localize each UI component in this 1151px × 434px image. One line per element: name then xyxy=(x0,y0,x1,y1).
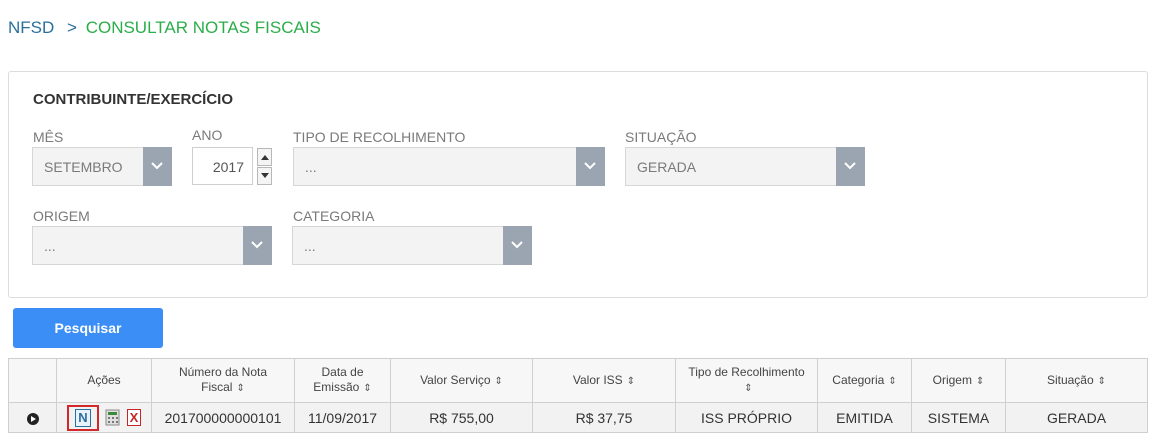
breadcrumb: NFSD > CONSULTAR NOTAS FISCAIS xyxy=(8,18,321,38)
tipo-recolhimento-label: TIPO DE RECOLHIMENTO xyxy=(293,129,466,145)
caret-down-icon xyxy=(261,173,269,178)
actions-cell: N X xyxy=(56,402,152,433)
valor-iss-header-label: Valor ISS xyxy=(572,372,623,387)
sort-icon[interactable]: ⇕ xyxy=(495,376,503,387)
row-toggle-cell[interactable] xyxy=(8,402,57,433)
results-table: Ações Número da Nota Fiscal ⇕ Data de Emi… xyxy=(8,358,1148,433)
acoes-header-label: Ações xyxy=(87,373,121,387)
numero-header-line1: Número da Nota xyxy=(178,365,268,379)
table-row: N X 201700000000101 11/09/2017 R$ 755,00… xyxy=(8,402,1148,433)
data-cell: 11/09/2017 xyxy=(294,402,391,433)
nfs-document-icon[interactable]: N xyxy=(67,404,99,431)
chevron-down-icon[interactable] xyxy=(143,147,172,186)
tipo-cell: ISS PRÓPRIO xyxy=(675,402,818,433)
chevron-down-icon[interactable] xyxy=(243,226,272,265)
column-header-valor-iss[interactable]: Valor ISS ⇕ xyxy=(532,358,676,403)
origem-select[interactable]: ... xyxy=(32,226,272,265)
ano-value: 2017 xyxy=(212,159,244,175)
column-header-numero[interactable]: Número da Nota Fiscal ⇕ xyxy=(151,358,295,403)
ano-decrement-button[interactable] xyxy=(257,167,272,185)
sort-icon[interactable]: ⇕ xyxy=(1098,376,1106,387)
column-header-toggle xyxy=(8,358,57,403)
column-header-valor-servico[interactable]: Valor Serviço ⇕ xyxy=(390,358,533,403)
column-header-situacao[interactable]: Situação ⇕ xyxy=(1005,358,1148,403)
mes-value: SETEMBRO xyxy=(44,159,123,175)
tipo-recolhimento-select[interactable]: ... xyxy=(293,147,605,186)
numero-cell: 201700000000101 xyxy=(151,402,295,433)
valor-servico-cell: R$ 755,00 xyxy=(390,402,533,433)
column-header-data[interactable]: Data de Emissão ⇕ xyxy=(294,358,391,403)
sort-icon[interactable]: ⇕ xyxy=(627,376,635,387)
ano-increment-button[interactable] xyxy=(257,148,272,166)
column-header-acoes: Ações xyxy=(56,358,152,403)
sort-icon[interactable]: ⇕ xyxy=(888,376,896,387)
ano-input[interactable]: 2017 xyxy=(192,147,253,185)
data-header-line1: Data de xyxy=(321,365,364,379)
sort-icon[interactable]: ⇕ xyxy=(236,383,244,394)
sort-icon[interactable]: ⇕ xyxy=(363,383,371,394)
categoria-cell: EMITIDA xyxy=(817,402,912,433)
categoria-select[interactable]: ... xyxy=(292,226,532,265)
situacao-select[interactable]: GERADA xyxy=(625,147,865,186)
column-header-origem[interactable]: Origem ⇕ xyxy=(911,358,1006,403)
origem-label: ORIGEM xyxy=(33,208,90,224)
page-title: CONSULTAR NOTAS FISCAIS xyxy=(85,18,321,37)
panel-title: CONTRIBUINTE/EXERCÍCIO xyxy=(33,91,234,108)
calculator-icon[interactable] xyxy=(105,409,121,426)
mes-select[interactable]: SETEMBRO xyxy=(32,147,172,186)
tipo-recolhimento-value: ... xyxy=(305,159,317,175)
origem-header-label: Origem xyxy=(932,372,972,387)
valor-iss-cell: R$ 37,75 xyxy=(532,402,676,433)
situacao-header-label: Situação xyxy=(1046,372,1094,387)
breadcrumb-root[interactable]: NFSD xyxy=(8,18,54,37)
sort-icon[interactable]: ⇕ xyxy=(744,383,752,394)
data-header-line2: Emissão xyxy=(313,380,360,394)
sort-icon[interactable]: ⇕ xyxy=(976,376,984,387)
chevron-down-icon[interactable] xyxy=(503,226,532,265)
play-circle-icon[interactable] xyxy=(26,412,39,425)
mes-label: MÊS xyxy=(33,129,64,145)
origem-cell: SISTEMA xyxy=(911,402,1006,433)
origem-value: ... xyxy=(44,238,56,254)
caret-up-icon xyxy=(261,155,269,160)
chevron-down-icon[interactable] xyxy=(836,147,865,186)
situacao-cell: GERADA xyxy=(1005,402,1148,433)
search-button[interactable]: Pesquisar xyxy=(13,308,163,348)
situacao-label: SITUAÇÃO xyxy=(625,129,697,145)
chevron-down-icon[interactable] xyxy=(576,147,605,186)
categoria-value: ... xyxy=(304,238,316,254)
cancel-x-icon[interactable]: X xyxy=(127,409,141,426)
situacao-value: GERADA xyxy=(637,159,697,175)
column-header-tipo[interactable]: Tipo de Recolhimento ⇕ xyxy=(675,358,818,403)
valor-servico-header-label: Valor Serviço xyxy=(420,372,491,387)
categoria-header-label: Categoria xyxy=(832,372,885,387)
tipo-header-label: Tipo de Recolhimento xyxy=(688,365,805,379)
numero-header-line2: Fiscal xyxy=(201,380,233,394)
ano-label: ANO xyxy=(192,127,223,143)
categoria-label: CATEGORIA xyxy=(293,208,375,224)
breadcrumb-separator: > xyxy=(67,18,77,37)
column-header-categoria[interactable]: Categoria ⇕ xyxy=(817,358,912,403)
table-header-row: Ações Número da Nota Fiscal ⇕ Data de Emi… xyxy=(8,358,1148,403)
